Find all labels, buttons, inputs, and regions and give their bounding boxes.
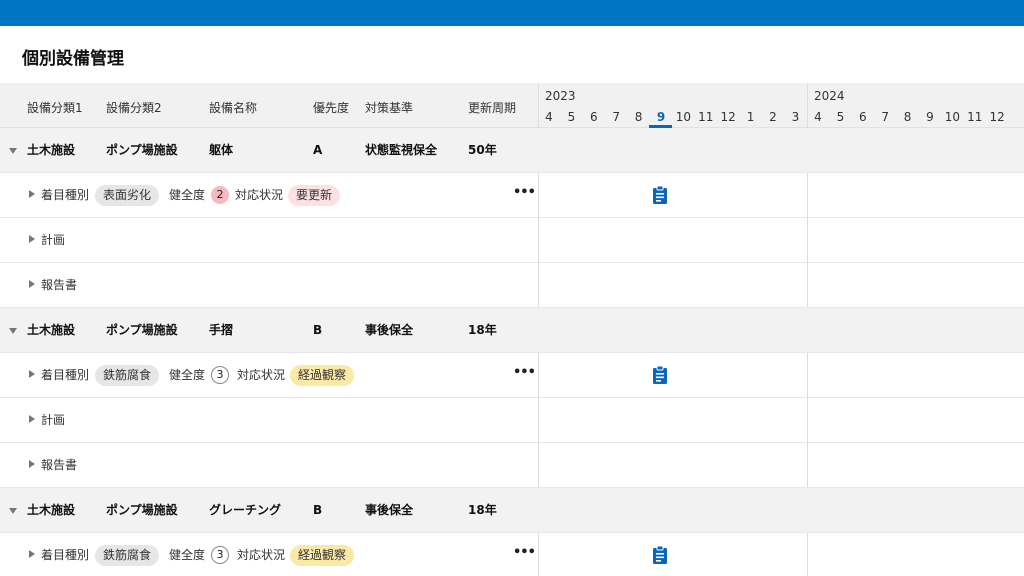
damage-type-chip: 鉄筋腐食 [95,365,160,386]
cell-name: 躯体 [209,143,234,157]
detail-row: 着目種別 鉄筋腐食 健全度 3 対応状況 経過観察 ••• [0,533,1024,576]
col-header-cat2[interactable]: 設備分類2 [106,99,162,116]
health-score-badge: 2 [211,186,229,204]
col-header-priority[interactable]: 優先度 [313,99,349,116]
cell-priority: B [313,503,323,517]
damage-type-chip: 鉄筋腐食 [95,545,160,566]
month-label[interactable]: 5 [829,110,851,124]
expand-caret-icon[interactable] [29,460,35,468]
month-label[interactable]: 2 [762,110,784,124]
plan-label: 計画 [41,233,66,247]
month-label[interactable]: 4 [538,110,560,124]
collapse-caret-icon[interactable] [9,328,17,334]
month-label[interactable]: 5 [560,110,582,124]
expand-caret-icon[interactable] [29,370,35,378]
report-row[interactable]: 報告書 [0,443,1024,488]
col-header-name[interactable]: 設備名称 [209,99,257,116]
cell-cat1: 土木施設 [27,143,76,157]
month-label[interactable]: 6 [852,110,874,124]
collapse-caret-icon[interactable] [9,508,17,514]
cell-cat1: 土木施設 [27,503,76,517]
month-label[interactable]: 8 [897,110,919,124]
report-label: 報告書 [41,458,78,472]
status-label: 対応状況 [237,368,286,382]
status-badge: 経過観察 [290,545,355,566]
expand-caret-icon[interactable] [29,235,35,243]
col-header-standard[interactable]: 対策基準 [365,99,413,116]
month-label[interactable]: 1 [740,110,762,124]
month-label[interactable]: 4 [807,110,829,124]
damage-type-chip: 表面劣化 [95,185,160,206]
cell-priority: B [313,323,323,337]
health-score-badge: 3 [211,366,229,384]
equipment-grid: 設備分類1 設備分類2 設備名称 優先度 対策基準 更新周期 2023 2024… [0,83,1024,576]
health-label: 健全度 [169,188,206,202]
plan-row[interactable]: 計画 [0,218,1024,263]
cell-name: 手摺 [209,323,234,337]
status-badge: 要更新 [288,185,341,206]
month-label[interactable]: 3 [784,110,806,124]
cell-name: グレーチング [209,503,282,517]
cell-cat2: ポンプ場施設 [106,143,178,157]
detail-row: 着目種別 鉄筋腐食 健全度 3 対応状況 経過観察 ••• [0,353,1024,398]
status-label: 対応状況 [237,548,286,562]
month-label[interactable]: 7 [605,110,627,124]
cell-standard: 状態監視保全 [365,143,438,157]
cell-standard: 事後保全 [365,323,414,337]
collapse-caret-icon[interactable] [9,148,17,154]
expand-caret-icon[interactable] [29,190,35,198]
status-badge: 経過観察 [290,365,355,386]
month-label[interactable]: 10 [941,110,963,124]
equipment-row[interactable]: 土木施設 ポンプ場施設 グレーチング B 事後保全 18年 [0,488,1024,533]
expand-caret-icon[interactable] [29,550,35,558]
status-label: 対応状況 [235,188,284,202]
more-menu-icon[interactable]: ••• [513,353,536,397]
detail-row: 着目種別 表面劣化 健全度 2 対応状況 要更新 ••• [0,173,1024,218]
year-label-2023: 2023 [545,89,576,103]
month-label[interactable]: 9 [919,110,941,124]
clipboard-icon[interactable] [652,365,668,385]
top-bar [0,0,1024,26]
month-label[interactable]: 11 [964,110,986,124]
cell-cat2: ポンプ場施設 [106,323,178,337]
table-header: 設備分類1 設備分類2 設備名称 優先度 対策基準 更新周期 2023 2024… [0,83,1024,128]
focus-type-label: 着目種別 [41,548,90,562]
expand-caret-icon[interactable] [29,415,35,423]
health-label: 健全度 [169,368,206,382]
more-menu-icon[interactable]: ••• [513,533,536,576]
month-label[interactable]: 7 [874,110,896,124]
equipment-row[interactable]: 土木施設 ポンプ場施設 手摺 B 事後保全 18年 [0,308,1024,353]
month-label[interactable]: 6 [583,110,605,124]
cell-priority: A [313,143,323,157]
col-header-cat1[interactable]: 設備分類1 [27,99,83,116]
plan-row[interactable]: 計画 [0,398,1024,443]
month-label[interactable]: 10 [672,110,694,124]
month-label[interactable]: 8 [628,110,650,124]
report-label: 報告書 [41,278,78,292]
cell-cycle: 18年 [468,503,497,517]
clipboard-icon[interactable] [652,185,668,205]
cell-cat1: 土木施設 [27,323,76,337]
month-label[interactable]: 9 [650,110,672,124]
col-header-cycle[interactable]: 更新周期 [468,99,516,116]
month-label[interactable]: 12 [717,110,739,124]
page-title: 個別設備管理 [22,49,124,69]
health-score-badge: 3 [211,546,229,564]
month-label[interactable]: 11 [695,110,717,124]
month-label[interactable]: 12 [986,110,1008,124]
more-menu-icon[interactable]: ••• [513,173,536,217]
clipboard-icon[interactable] [652,545,668,565]
cell-standard: 事後保全 [365,503,414,517]
cell-cycle: 18年 [468,323,497,337]
health-label: 健全度 [169,548,206,562]
focus-type-label: 着目種別 [41,368,90,382]
report-row[interactable]: 報告書 [0,263,1024,308]
equipment-row[interactable]: 土木施設 ポンプ場施設 躯体 A 状態監視保全 50年 [0,128,1024,173]
expand-caret-icon[interactable] [29,280,35,288]
focus-type-label: 着目種別 [41,188,90,202]
year-label-2024: 2024 [814,89,845,103]
cell-cycle: 50年 [468,143,497,157]
plan-label: 計画 [41,413,66,427]
cell-cat2: ポンプ場施設 [106,503,178,517]
